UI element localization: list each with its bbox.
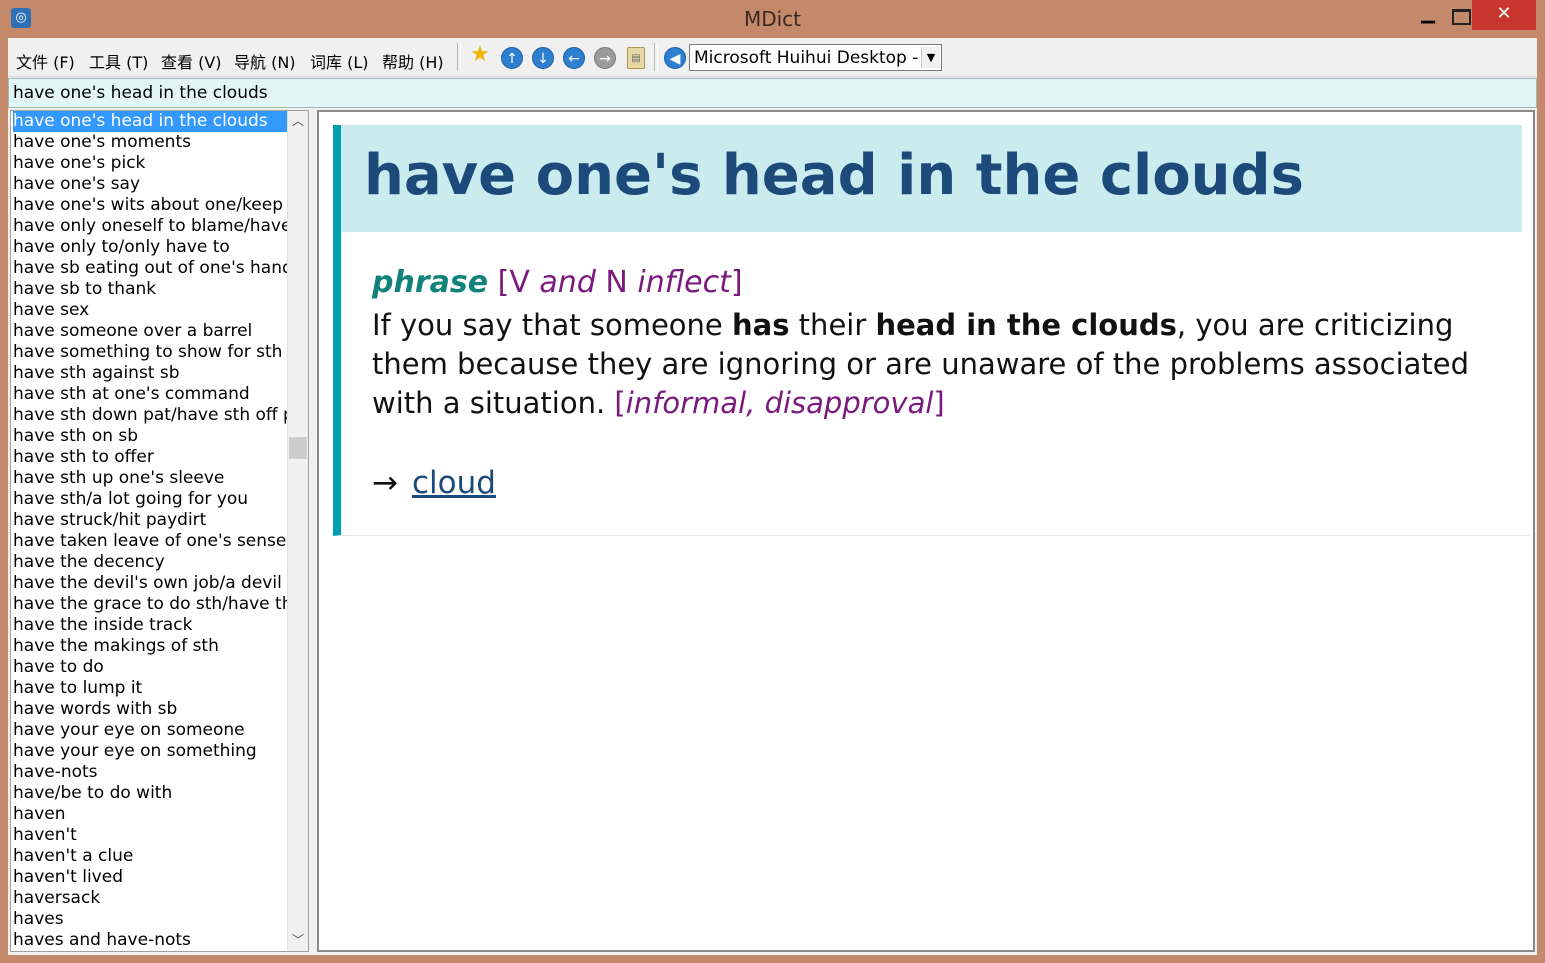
word-list-item[interactable]: have your eye on someone <box>13 720 288 741</box>
dictionary-select-value: Microsoft Huihui Desktop - Cl <box>694 48 920 68</box>
word-list-item[interactable]: have taken leave of one's senses <box>13 531 288 552</box>
xref-arrow-icon: → <box>372 465 398 501</box>
word-list-item[interactable]: have one's pick <box>13 153 288 174</box>
sense-block: phrase [V and N inflect] If you say that… <box>372 265 1472 423</box>
favorite-star-icon[interactable]: ★ <box>469 44 491 66</box>
menu-navigate[interactable]: 导航 (N) <box>234 49 296 73</box>
scroll-up-icon[interactable]: ︿ <box>288 111 308 132</box>
word-list-item[interactable]: have one's say <box>13 174 288 195</box>
definition-text: If you say that someone has their head i… <box>372 308 1470 420</box>
menu-view[interactable]: 查看 (V) <box>161 49 222 73</box>
word-list-item[interactable]: have the makings of sth <box>13 636 288 657</box>
menu-file[interactable]: 文件 (F) <box>16 49 75 73</box>
word-list-item[interactable]: have sth down pat/have sth off pa <box>13 405 288 426</box>
word-list-item[interactable]: have struck/hit paydirt <box>13 510 288 531</box>
word-list-item[interactable]: have sex <box>13 300 288 321</box>
arrow-back-icon[interactable]: ← <box>563 47 585 69</box>
menu-library[interactable]: 词库 (L) <box>310 49 369 73</box>
word-list-item[interactable]: have only oneself to blame/have r <box>13 216 288 237</box>
word-list-item[interactable]: have sth against sb <box>13 363 288 384</box>
part-of-speech: phrase <box>372 265 489 300</box>
usage-label: [informal, disapproval] <box>614 386 945 420</box>
arrow-up-icon[interactable]: ↑ <box>501 47 523 69</box>
word-list-item[interactable]: have to do <box>13 657 288 678</box>
word-list-item[interactable]: haven't a clue <box>13 846 288 867</box>
speaker-icon[interactable]: ◀ <box>664 47 686 69</box>
toolbar-separator <box>457 43 461 71</box>
cross-reference: → cloud <box>372 465 496 501</box>
word-list-item[interactable]: haven <box>13 804 288 825</box>
word-list-item[interactable]: have sth to offer <box>13 447 288 468</box>
word-list-item[interactable]: have something to show for sth <box>13 342 288 363</box>
word-list-scrollbar[interactable]: ︿ ﹀ <box>287 111 308 951</box>
word-list-item[interactable]: haves and have-nots <box>13 930 288 951</box>
arrow-forward-icon[interactable]: → <box>594 47 616 69</box>
word-list-item[interactable]: have one's moments <box>13 132 288 153</box>
grammar-note: [V and N inflect] <box>497 265 743 300</box>
word-list-item[interactable]: have words with sb <box>13 699 288 720</box>
search-bar <box>8 78 1537 108</box>
scroll-thumb[interactable] <box>289 437 307 459</box>
word-list-item[interactable]: have sb to thank <box>13 279 288 300</box>
grammar-line: phrase [V and N inflect] <box>372 265 1472 300</box>
xref-link[interactable]: cloud <box>412 465 496 501</box>
word-list-item[interactable]: have the inside track <box>13 615 288 636</box>
word-list[interactable]: have one's head in the clouds have one's … <box>10 110 309 952</box>
menu-tools[interactable]: 工具 (T) <box>89 49 148 73</box>
word-list-item[interactable]: have sth on sb <box>13 426 288 447</box>
word-list-item[interactable]: have sth/a lot going for you <box>13 489 288 510</box>
word-list-item[interactable]: have/be to do with <box>13 783 288 804</box>
maximize-button[interactable] <box>1450 0 1471 30</box>
word-list-item[interactable]: have your eye on something <box>13 741 288 762</box>
maximize-icon <box>1452 9 1471 25</box>
dictionary-entry: have one's head in the clouds phrase [V … <box>333 125 1530 536</box>
title-bar: ◎ MDict ▁ ✕ <box>0 0 1545 38</box>
word-list-item[interactable]: haven't lived <box>13 867 288 888</box>
word-list-item[interactable]: have-nots <box>13 762 288 783</box>
search-input[interactable] <box>13 81 1513 105</box>
word-list-item[interactable]: have sb eating out of one's hand <box>13 258 288 279</box>
word-list-item[interactable]: haversack <box>13 888 288 909</box>
client-area: 文件 (F) 工具 (T) 查看 (V) 导航 (N) 词库 (L) 帮助 (H… <box>8 38 1537 955</box>
window-title: MDict <box>743 7 802 31</box>
word-list-item[interactable]: haven't <box>13 825 288 846</box>
word-list-item[interactable]: have the grace to do sth/have the <box>13 594 288 615</box>
minimize-button[interactable]: ▁ <box>1406 0 1450 30</box>
word-list-item[interactable]: have sth up one's sleeve <box>13 468 288 489</box>
chevron-down-icon[interactable]: ▼ <box>921 47 940 68</box>
dictionary-select[interactable]: Microsoft Huihui Desktop - Cl ▼ <box>689 44 942 71</box>
word-list-item[interactable]: have only to/only have to <box>13 237 288 258</box>
toolbar-separator <box>654 43 658 71</box>
word-list-item[interactable]: have the decency <box>13 552 288 573</box>
word-list-item[interactable]: have someone over a barrel <box>13 321 288 342</box>
headword: have one's head in the clouds <box>364 143 1304 208</box>
word-list-item[interactable]: haves <box>13 909 288 930</box>
menu-toolbar-bar: 文件 (F) 工具 (T) 查看 (V) 导航 (N) 词库 (L) 帮助 (H… <box>8 38 1537 77</box>
word-list-item[interactable]: have one's head in the clouds <box>13 111 288 132</box>
clipboard-icon[interactable]: ▤ <box>627 47 645 69</box>
word-list-item[interactable]: have to lump it <box>13 678 288 699</box>
word-list-item[interactable]: have one's wits about one/keep o <box>13 195 288 216</box>
definition-pane: have one's head in the clouds phrase [V … <box>317 110 1535 952</box>
menu-help[interactable]: 帮助 (H) <box>382 49 444 73</box>
word-list-item[interactable]: have sth at one's command <box>13 384 288 405</box>
headword-box: have one's head in the clouds <box>341 125 1522 232</box>
close-button[interactable]: ✕ <box>1472 0 1536 30</box>
scroll-down-icon[interactable]: ﹀ <box>288 930 308 951</box>
word-list-item[interactable]: have the devil's own job/a devil o <box>13 573 288 594</box>
arrow-down-icon[interactable]: ↓ <box>532 47 554 69</box>
